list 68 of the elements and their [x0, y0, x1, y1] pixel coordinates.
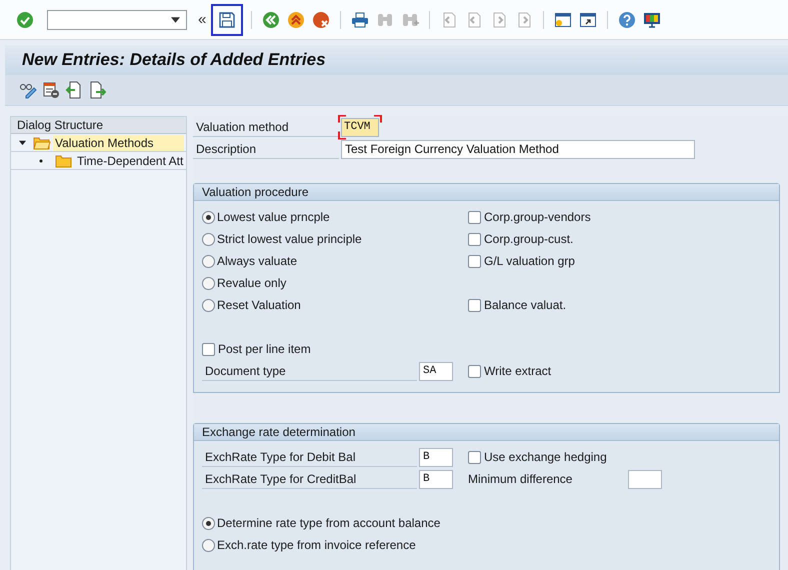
save-button[interactable]	[211, 4, 244, 36]
delete-row-icon	[42, 81, 60, 99]
radio-button[interactable]	[202, 210, 215, 224]
checkbox-label: Write extract	[484, 364, 552, 378]
checkbox-label: Corp.group-cust.	[484, 232, 574, 246]
expand-arrow-icon[interactable]	[19, 139, 26, 146]
checkbox-label: Balance valuat.	[484, 298, 566, 312]
previous-entry-icon	[64, 81, 82, 99]
radio-button[interactable]	[202, 276, 215, 290]
folder-icon	[33, 136, 51, 150]
checkbox[interactable]	[468, 450, 481, 464]
radio-label: Lowest value prncple	[217, 210, 330, 224]
field-label: Minimum difference	[468, 472, 574, 486]
radio-label: Determine rate type from account balance	[217, 516, 440, 530]
group-title: Valuation procedure	[194, 184, 779, 201]
checkbox[interactable]	[202, 342, 215, 356]
checkbox[interactable]	[468, 210, 481, 224]
input-field[interactable]: SA	[419, 362, 453, 380]
shortcut-icon	[579, 10, 598, 28]
new-window-icon	[554, 10, 572, 28]
help-icon	[618, 10, 636, 28]
check-icon	[16, 10, 34, 28]
tree-item[interactable]: Valuation Methods	[53, 134, 184, 150]
radio-button[interactable]	[202, 538, 215, 552]
screen-title: New Entries: Details of Added Entries	[22, 50, 326, 70]
folder-icon	[55, 154, 73, 168]
field-label: ExchRate Type for CreditBal	[202, 470, 417, 488]
input-field[interactable]: Test Foreign Currency Valuation Method	[341, 140, 695, 158]
checkbox-label: Corp.group-vendors	[484, 210, 591, 224]
next-entry-icon	[88, 81, 106, 99]
field-label: Valuation method	[193, 118, 339, 136]
save-icon	[218, 10, 236, 28]
collapse-button[interactable]: «	[196, 11, 208, 28]
radio-label: Revalue only	[217, 276, 286, 290]
input-field[interactable]	[628, 470, 662, 488]
checkbox[interactable]	[468, 254, 481, 268]
field-label: ExchRate Type for Debit Bal	[202, 448, 417, 466]
radio-button[interactable]	[202, 298, 215, 312]
tree-item[interactable]: Time-Dependent Att	[75, 152, 186, 168]
field-label: Document type	[202, 362, 417, 380]
cancel-icon	[312, 10, 330, 28]
radio-label: Reset Valuation	[217, 298, 301, 312]
back-icon	[262, 10, 280, 28]
command-field[interactable]	[47, 10, 187, 30]
panel-header: Dialog Structure	[11, 117, 186, 134]
exit-icon	[287, 10, 306, 28]
input-field[interactable]: B	[419, 470, 453, 488]
checkbox-label: G/L valuation grp	[484, 254, 575, 268]
radio-button[interactable]	[202, 232, 215, 246]
printer-icon	[351, 10, 370, 28]
monitor-icon	[643, 10, 662, 28]
input-field[interactable]: B	[419, 448, 453, 466]
radio-button[interactable]	[202, 516, 215, 530]
field-label: Description	[193, 140, 339, 158]
radio-label: Strict lowest value principle	[217, 232, 362, 246]
radio-button[interactable]	[202, 254, 215, 268]
checkbox-label: Use exchange hedging	[484, 450, 607, 464]
dropdown-icon[interactable]	[171, 16, 180, 22]
checkbox[interactable]	[468, 298, 481, 312]
checkbox[interactable]	[468, 232, 481, 246]
glasses-pencil-icon	[18, 81, 36, 99]
checkbox[interactable]	[468, 364, 481, 378]
input-field[interactable]: TCVM	[341, 118, 379, 136]
group-title: Exchange rate determination	[194, 424, 779, 441]
bullet-icon	[39, 158, 43, 162]
checkbox-label: Post per line item	[218, 342, 311, 356]
radio-label: Exch.rate type from invoice reference	[217, 538, 416, 552]
radio-label: Always valuate	[217, 254, 298, 268]
